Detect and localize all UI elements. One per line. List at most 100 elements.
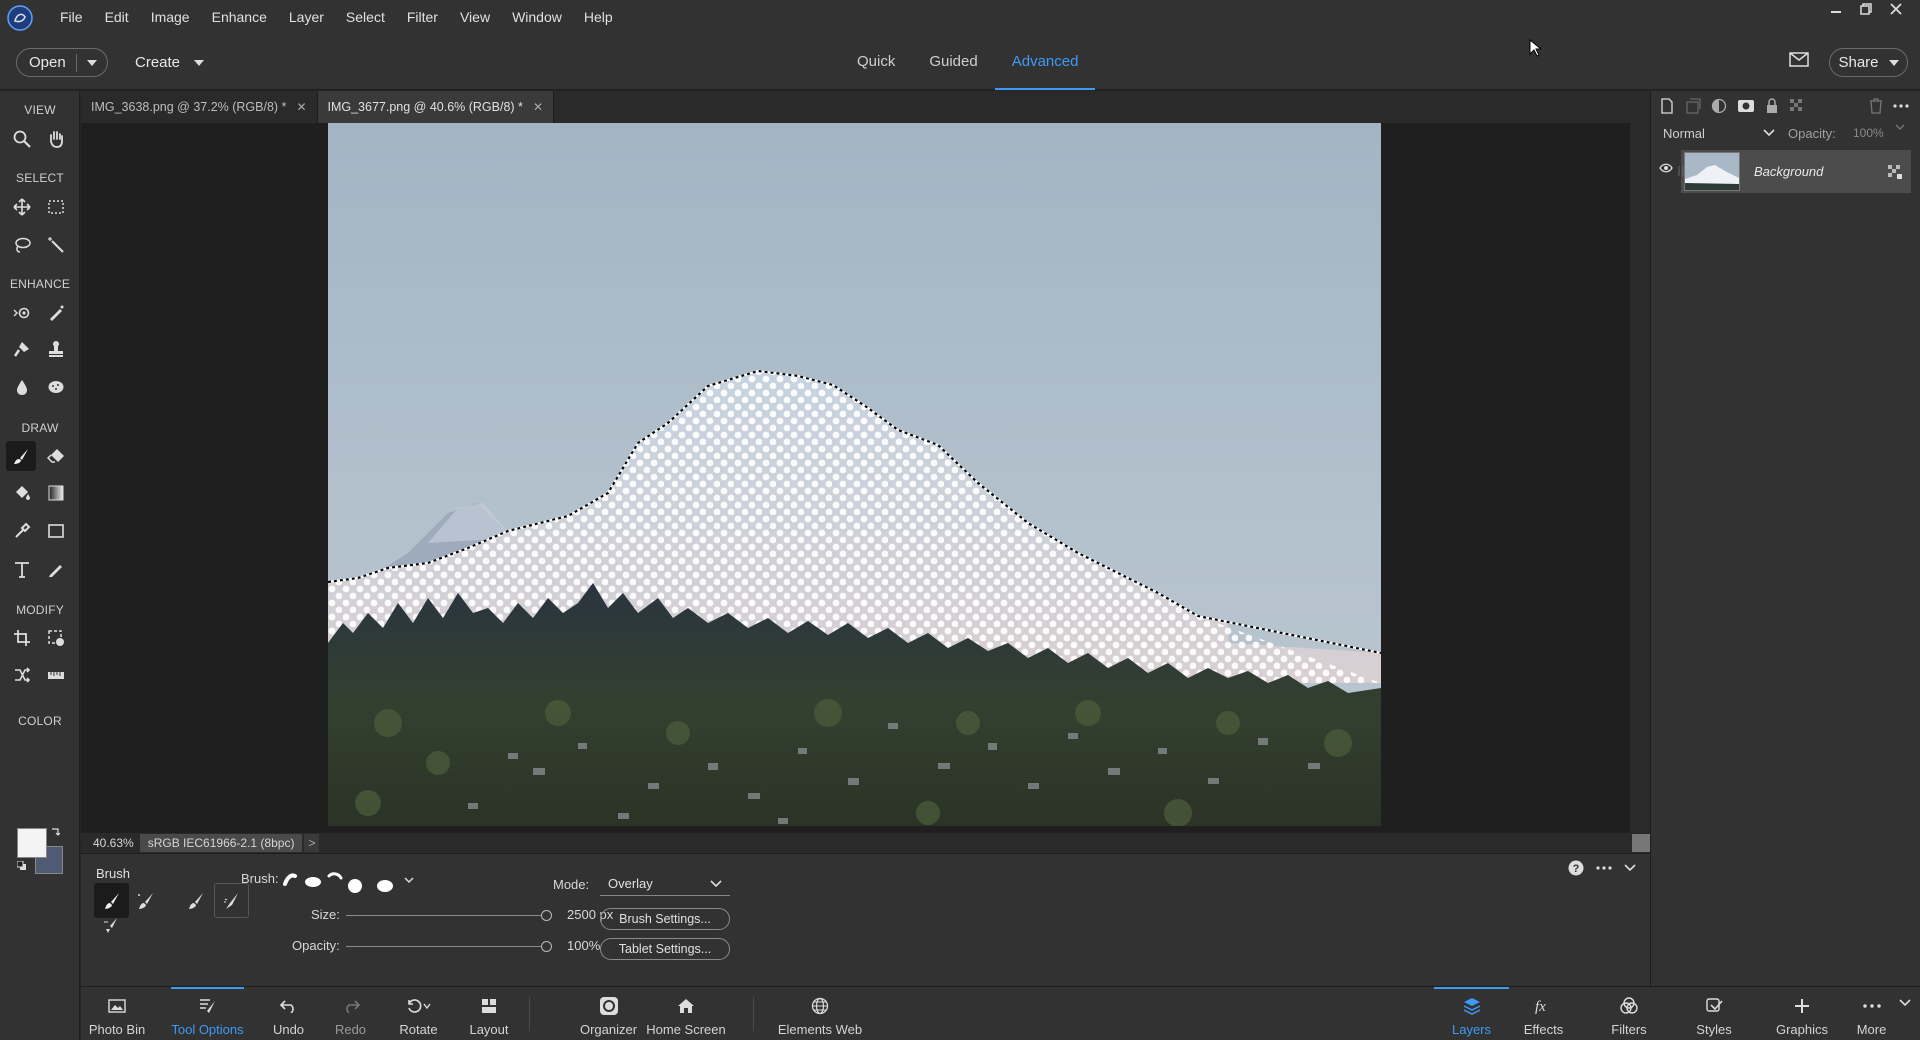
lasso-tool-icon[interactable] <box>7 230 37 260</box>
crop-tool-icon[interactable] <box>7 623 37 653</box>
pencil-tool-icon[interactable] <box>41 554 71 584</box>
layer-row-background[interactable]: Background <box>1678 150 1911 193</box>
lock-layer-icon[interactable] <box>1765 98 1779 114</box>
brush-tool-icon[interactable] <box>6 441 36 471</box>
more-options-icon[interactable] <box>1596 866 1612 870</box>
tab-guided[interactable]: Guided <box>912 35 994 90</box>
mail-icon[interactable] <box>1789 52 1809 67</box>
zoom-level[interactable]: 40.63% <box>81 836 140 850</box>
lock-transparency-icon[interactable] <box>1789 98 1805 114</box>
more-button[interactable]: More <box>1844 987 1899 1040</box>
size-slider-knob[interactable] <box>541 910 552 921</box>
type-tool-icon[interactable] <box>7 554 37 584</box>
opacity-slider[interactable] <box>346 941 552 952</box>
red-eye-tool-icon[interactable] <box>7 298 37 328</box>
collapse-panel-icon[interactable] <box>1624 864 1636 872</box>
straighten-tool-icon[interactable] <box>41 660 71 690</box>
chevron-down-icon[interactable] <box>1895 124 1905 132</box>
visibility-eye-icon[interactable] <box>1659 163 1673 173</box>
styles-button[interactable]: Styles <box>1679 987 1749 1040</box>
brush-settings-button[interactable]: Brush Settings... <box>600 908 730 930</box>
mode-select[interactable]: Overlay <box>600 872 730 896</box>
effects-button[interactable]: fx Effects <box>1511 987 1576 1040</box>
opacity-value[interactable]: 100% <box>567 938 600 953</box>
doc-tab-img-3677[interactable]: IMG_3677.png @ 40.6% (RGB/8) * ✕ <box>317 91 554 123</box>
marquee-tool-icon[interactable] <box>41 192 71 222</box>
vertical-scrollbar[interactable] <box>1630 123 1650 833</box>
locked-layer-icon[interactable] <box>1887 164 1903 180</box>
layout-button[interactable]: Layout <box>464 987 514 1040</box>
foreground-color-swatch[interactable] <box>17 828 47 858</box>
doc-tab-img-3638[interactable]: IMG_3638.png @ 37.2% (RGB/8) * ✕ <box>81 91 318 123</box>
menu-image[interactable]: Image <box>140 0 201 35</box>
gradient-tool-icon[interactable] <box>41 478 71 508</box>
smart-brush-icon[interactable] <box>7 334 37 364</box>
new-group-icon[interactable] <box>1685 98 1701 114</box>
size-slider[interactable] <box>346 910 552 921</box>
brush-preset-picker[interactable] <box>281 862 421 894</box>
content-aware-move-icon[interactable] <box>7 660 37 690</box>
airbrush-icon[interactable] <box>214 883 249 918</box>
brush-options-icon[interactable] <box>94 912 129 940</box>
scrollbar-corner[interactable] <box>1632 834 1650 852</box>
chevron-down-icon[interactable] <box>1899 999 1911 1007</box>
menu-edit[interactable]: Edit <box>94 0 140 35</box>
help-icon[interactable]: ? <box>1568 860 1584 876</box>
layer-mask-icon[interactable] <box>1737 99 1755 113</box>
status-arrow-icon[interactable]: > <box>304 834 320 852</box>
restore-icon[interactable] <box>1854 0 1878 18</box>
close-window-icon[interactable] <box>1884 0 1908 18</box>
photo-bin-button[interactable]: Photo Bin <box>87 987 147 1040</box>
opacity-slider-knob[interactable] <box>541 941 552 952</box>
organizer-button[interactable]: Organizer <box>576 987 641 1040</box>
zoom-tool-icon[interactable] <box>7 124 37 154</box>
tablet-settings-button[interactable]: Tablet Settings... <box>600 938 730 960</box>
menu-select[interactable]: Select <box>335 0 396 35</box>
eyedropper-icon[interactable] <box>7 516 37 546</box>
undo-button[interactable]: Undo <box>266 987 311 1040</box>
color-replacement-brush-icon[interactable] <box>178 883 213 918</box>
home-screen-button[interactable]: Home Screen <box>646 987 726 1040</box>
menu-view[interactable]: View <box>449 0 501 35</box>
default-colors-icon[interactable] <box>17 861 27 871</box>
close-tab-icon[interactable]: ✕ <box>533 100 543 114</box>
minimize-icon[interactable] <box>1824 0 1848 18</box>
panel-menu-icon[interactable] <box>1893 104 1909 108</box>
menu-layer[interactable]: Layer <box>278 0 335 35</box>
tab-quick[interactable]: Quick <box>840 35 912 90</box>
delete-layer-icon[interactable] <box>1869 98 1883 114</box>
blur-tool-icon[interactable] <box>7 372 37 402</box>
hand-tool-icon[interactable] <box>41 124 71 154</box>
adjustment-layer-icon[interactable] <box>1711 98 1727 114</box>
share-button[interactable]: Share <box>1829 48 1908 77</box>
swap-colors-icon[interactable] <box>50 827 60 837</box>
magic-wand-icon[interactable] <box>41 230 71 260</box>
open-button[interactable]: Open <box>16 48 108 77</box>
menu-window[interactable]: Window <box>501 0 573 35</box>
tool-options-button[interactable]: Tool Options <box>171 987 244 1040</box>
move-tool-icon[interactable] <box>7 192 37 222</box>
tab-advanced[interactable]: Advanced <box>994 35 1096 90</box>
menu-filter[interactable]: Filter <box>396 0 449 35</box>
sponge-tool-icon[interactable] <box>41 372 71 402</box>
shape-tool-icon[interactable] <box>41 516 71 546</box>
layer-opacity-value[interactable]: 100% <box>1853 126 1884 140</box>
menu-help[interactable]: Help <box>573 0 624 35</box>
elements-web-button[interactable]: Elements Web <box>775 987 865 1040</box>
blend-mode-select[interactable]: Normal <box>1663 122 1775 144</box>
menu-file[interactable]: File <box>49 0 94 35</box>
recompose-tool-icon[interactable] <box>41 623 71 653</box>
filters-button[interactable]: Filters <box>1589 987 1669 1040</box>
close-tab-icon[interactable]: ✕ <box>296 100 306 114</box>
graphics-button[interactable]: Graphics <box>1767 987 1837 1040</box>
redo-button[interactable]: Redo <box>328 987 373 1040</box>
document-image[interactable] <box>328 123 1381 826</box>
layers-button[interactable]: Layers <box>1434 987 1509 1040</box>
menu-enhance[interactable]: Enhance <box>201 0 278 35</box>
clone-stamp-icon[interactable] <box>41 334 71 364</box>
create-button[interactable]: Create <box>135 48 205 77</box>
eraser-tool-icon[interactable] <box>41 441 71 471</box>
chevron-down-icon[interactable] <box>77 59 107 66</box>
app-logo-icon[interactable] <box>5 3 35 33</box>
new-layer-icon[interactable] <box>1659 98 1675 114</box>
